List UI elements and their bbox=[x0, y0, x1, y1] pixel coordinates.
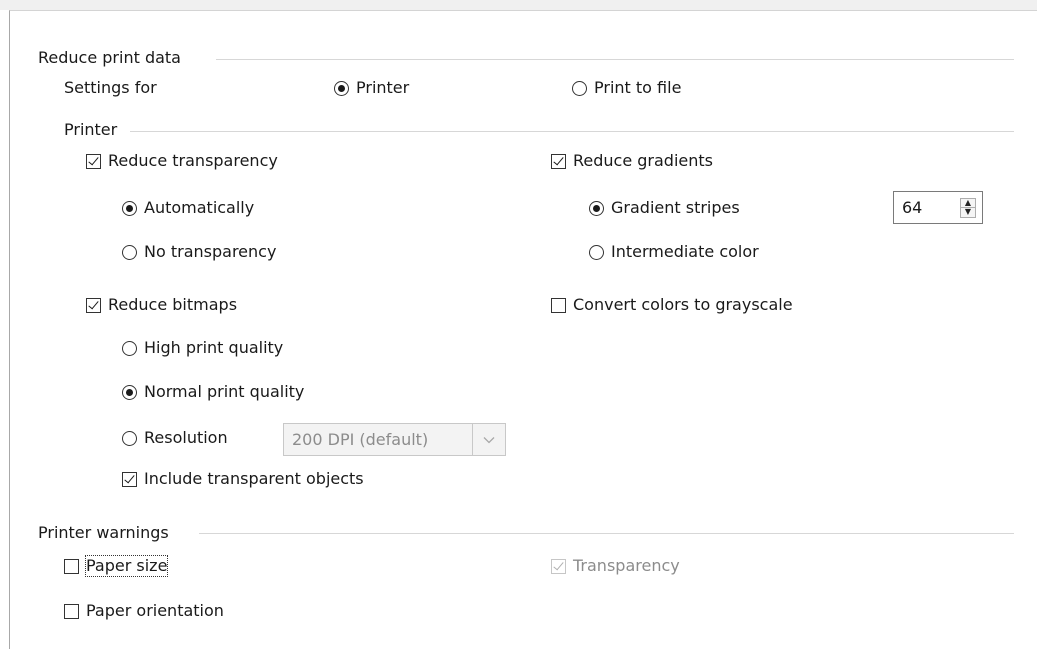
resolution-label: Resolution bbox=[144, 428, 228, 447]
transparency-warning-checkbox[interactable]: Transparency bbox=[551, 555, 680, 577]
intermediate-color-radio-indicator[interactable] bbox=[589, 244, 604, 260]
automatically-radio-indicator[interactable] bbox=[122, 200, 137, 216]
convert-grayscale-check-indicator[interactable] bbox=[551, 297, 566, 313]
printer-radio-label: Printer bbox=[356, 78, 410, 97]
paper-orientation-checkbox[interactable]: Paper orientation bbox=[64, 600, 224, 622]
reduce-bitmaps-label: Reduce bitmaps bbox=[108, 295, 238, 314]
printer-warnings-heading: Printer warnings bbox=[38, 523, 169, 542]
printer-radio[interactable]: Printer bbox=[334, 77, 409, 99]
printer-separator bbox=[130, 131, 1014, 132]
normal-print-quality-radio[interactable]: Normal print quality bbox=[122, 381, 304, 403]
resolution-dropdown[interactable]: 200 DPI (default) bbox=[283, 423, 506, 456]
resolution-radio-indicator[interactable] bbox=[122, 430, 137, 446]
reduce-transparency-label: Reduce transparency bbox=[108, 151, 278, 170]
print-to-file-radio-label: Print to file bbox=[594, 78, 682, 97]
print-to-file-radio-indicator[interactable] bbox=[572, 80, 587, 96]
print-to-file-radio[interactable]: Print to file bbox=[572, 77, 681, 99]
paper-size-checkbox[interactable]: Paper size bbox=[64, 555, 169, 577]
automatically-radio[interactable]: Automatically bbox=[122, 197, 254, 219]
convert-grayscale-label: Convert colors to grayscale bbox=[573, 295, 793, 314]
chevron-down-icon[interactable] bbox=[472, 424, 505, 455]
include-transparent-objects-checkbox[interactable]: Include transparent objects bbox=[122, 468, 364, 490]
convert-grayscale-checkbox[interactable]: Convert colors to grayscale bbox=[551, 294, 793, 316]
reduce-print-data-separator bbox=[216, 59, 1014, 60]
reduce-gradients-label: Reduce gradients bbox=[573, 151, 713, 170]
normal-print-quality-label: Normal print quality bbox=[144, 382, 305, 401]
reduce-transparency-checkbox[interactable]: Reduce transparency bbox=[86, 150, 278, 172]
settings-for-label: Settings for bbox=[64, 78, 157, 97]
gradient-stripes-spinbox[interactable]: 64 ▲ ▼ bbox=[893, 191, 983, 224]
spin-down-icon[interactable]: ▼ bbox=[961, 207, 975, 217]
high-print-quality-radio-indicator[interactable] bbox=[122, 340, 137, 356]
reduce-bitmaps-check-indicator[interactable] bbox=[86, 297, 101, 313]
normal-print-quality-radio-indicator[interactable] bbox=[122, 384, 137, 400]
gradient-stripes-spin-buttons[interactable]: ▲ ▼ bbox=[960, 197, 976, 218]
high-print-quality-radio[interactable]: High print quality bbox=[122, 337, 283, 359]
intermediate-color-label: Intermediate color bbox=[611, 242, 759, 261]
reduce-gradients-checkbox[interactable]: Reduce gradients bbox=[551, 150, 713, 172]
reduce-print-data-heading: Reduce print data bbox=[38, 48, 181, 67]
include-transparent-objects-check-indicator[interactable] bbox=[122, 471, 137, 487]
intermediate-color-radio[interactable]: Intermediate color bbox=[589, 241, 759, 263]
paper-orientation-check-indicator[interactable] bbox=[64, 603, 79, 619]
automatically-label: Automatically bbox=[144, 198, 255, 217]
gradient-stripes-radio[interactable]: Gradient stripes bbox=[589, 197, 740, 219]
no-transparency-radio-indicator[interactable] bbox=[122, 244, 137, 260]
spin-up-icon[interactable]: ▲ bbox=[961, 198, 975, 208]
include-transparent-objects-label: Include transparent objects bbox=[144, 469, 364, 488]
reduce-gradients-check-indicator[interactable] bbox=[551, 153, 566, 169]
printer-warnings-separator bbox=[199, 533, 1014, 534]
high-print-quality-label: High print quality bbox=[144, 338, 284, 357]
gradient-stripes-label: Gradient stripes bbox=[611, 198, 740, 217]
transparency-warning-check-indicator[interactable] bbox=[551, 558, 566, 574]
reduce-transparency-check-indicator[interactable] bbox=[86, 153, 101, 169]
transparency-warning-label: Transparency bbox=[573, 556, 680, 575]
resolution-radio[interactable]: Resolution bbox=[122, 427, 228, 449]
resolution-dropdown-value[interactable]: 200 DPI (default) bbox=[284, 430, 472, 449]
no-transparency-label: No transparency bbox=[144, 242, 277, 261]
paper-size-check-indicator[interactable] bbox=[64, 558, 79, 574]
reduce-bitmaps-checkbox[interactable]: Reduce bitmaps bbox=[86, 294, 237, 316]
paper-orientation-label: Paper orientation bbox=[86, 601, 224, 620]
no-transparency-radio[interactable]: No transparency bbox=[122, 241, 276, 263]
gradient-stripes-radio-indicator[interactable] bbox=[589, 200, 604, 216]
printer-heading: Printer bbox=[64, 120, 118, 139]
gradient-stripes-value[interactable]: 64 bbox=[894, 198, 960, 217]
printer-radio-indicator[interactable] bbox=[334, 80, 349, 96]
paper-size-label: Paper size bbox=[84, 555, 169, 577]
print-options-panel: Reduce print data Settings for Printer P… bbox=[9, 10, 1037, 649]
window-top-strip bbox=[0, 0, 1037, 10]
